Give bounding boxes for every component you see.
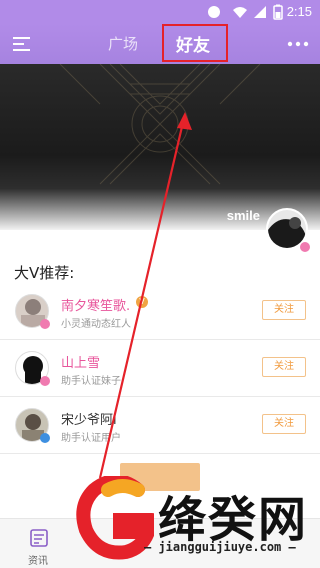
divider — [0, 453, 320, 454]
follow-button[interactable]: 关注 — [262, 300, 306, 320]
list-item[interactable]: 宋少爷阿i 助手认证用户 关注 — [0, 397, 320, 454]
banner-username: smile — [226, 208, 260, 223]
list-item[interactable]: 山上雪 助手认证妹子 关注 — [0, 340, 320, 397]
more-icon[interactable] — [286, 34, 310, 54]
banner-pattern — [59, 64, 261, 185]
avatar-image — [268, 210, 306, 248]
gender-female-icon — [40, 319, 50, 329]
signal-icon — [254, 6, 266, 18]
gender-female-icon — [300, 242, 310, 252]
follow-button[interactable]: 关注 — [262, 414, 306, 434]
battery-icon — [273, 4, 283, 20]
nav-news[interactable]: 资讯 — [0, 519, 80, 568]
recommend-desc: 助手认证用户 — [61, 433, 121, 444]
recommend-title: 大V推荐: — [14, 264, 75, 282]
gender-male-icon — [40, 433, 50, 443]
recommend-desc: 助手认证妹子 — [61, 376, 121, 387]
follow-button[interactable]: 关注 — [262, 357, 306, 377]
profile-banner: smile — [0, 64, 320, 230]
status-time: 2:15 — [286, 4, 312, 19]
gender-female-icon — [40, 376, 50, 386]
recommend-name: 宋少爷阿i — [61, 413, 117, 428]
recommend-name: 山上雪 — [61, 356, 101, 371]
watermark-logo-icon — [76, 476, 154, 560]
watermark: 绛癸网 — jiangguijiuye.com — — [70, 470, 320, 568]
verified-badge-icon: V — [136, 296, 148, 308]
recommend-desc: 小灵通动态红人 — [61, 319, 131, 330]
top-header: 广场 好友 — [0, 24, 320, 64]
tab-plaza[interactable]: 广场 — [108, 33, 138, 54]
news-icon — [30, 529, 48, 547]
app-screen: 2:15 广场 好友 smile 大V推荐: 南夕寒笙歌. V 小灵通动态红人 … — [0, 0, 320, 568]
status-bar: 2:15 — [0, 0, 320, 24]
recommend-name: 南夕寒笙歌. — [61, 299, 131, 314]
nav-news-label: 资讯 — [28, 556, 48, 567]
highlight-box — [162, 24, 228, 62]
circle-status-icon — [208, 6, 220, 18]
wifi-icon — [233, 7, 247, 18]
watermark-url: — jiangguijiuye.com — — [144, 540, 296, 554]
menu-icon[interactable] — [12, 34, 32, 54]
list-item[interactable]: 南夕寒笙歌. V 小灵通动态红人 关注 — [0, 283, 320, 340]
